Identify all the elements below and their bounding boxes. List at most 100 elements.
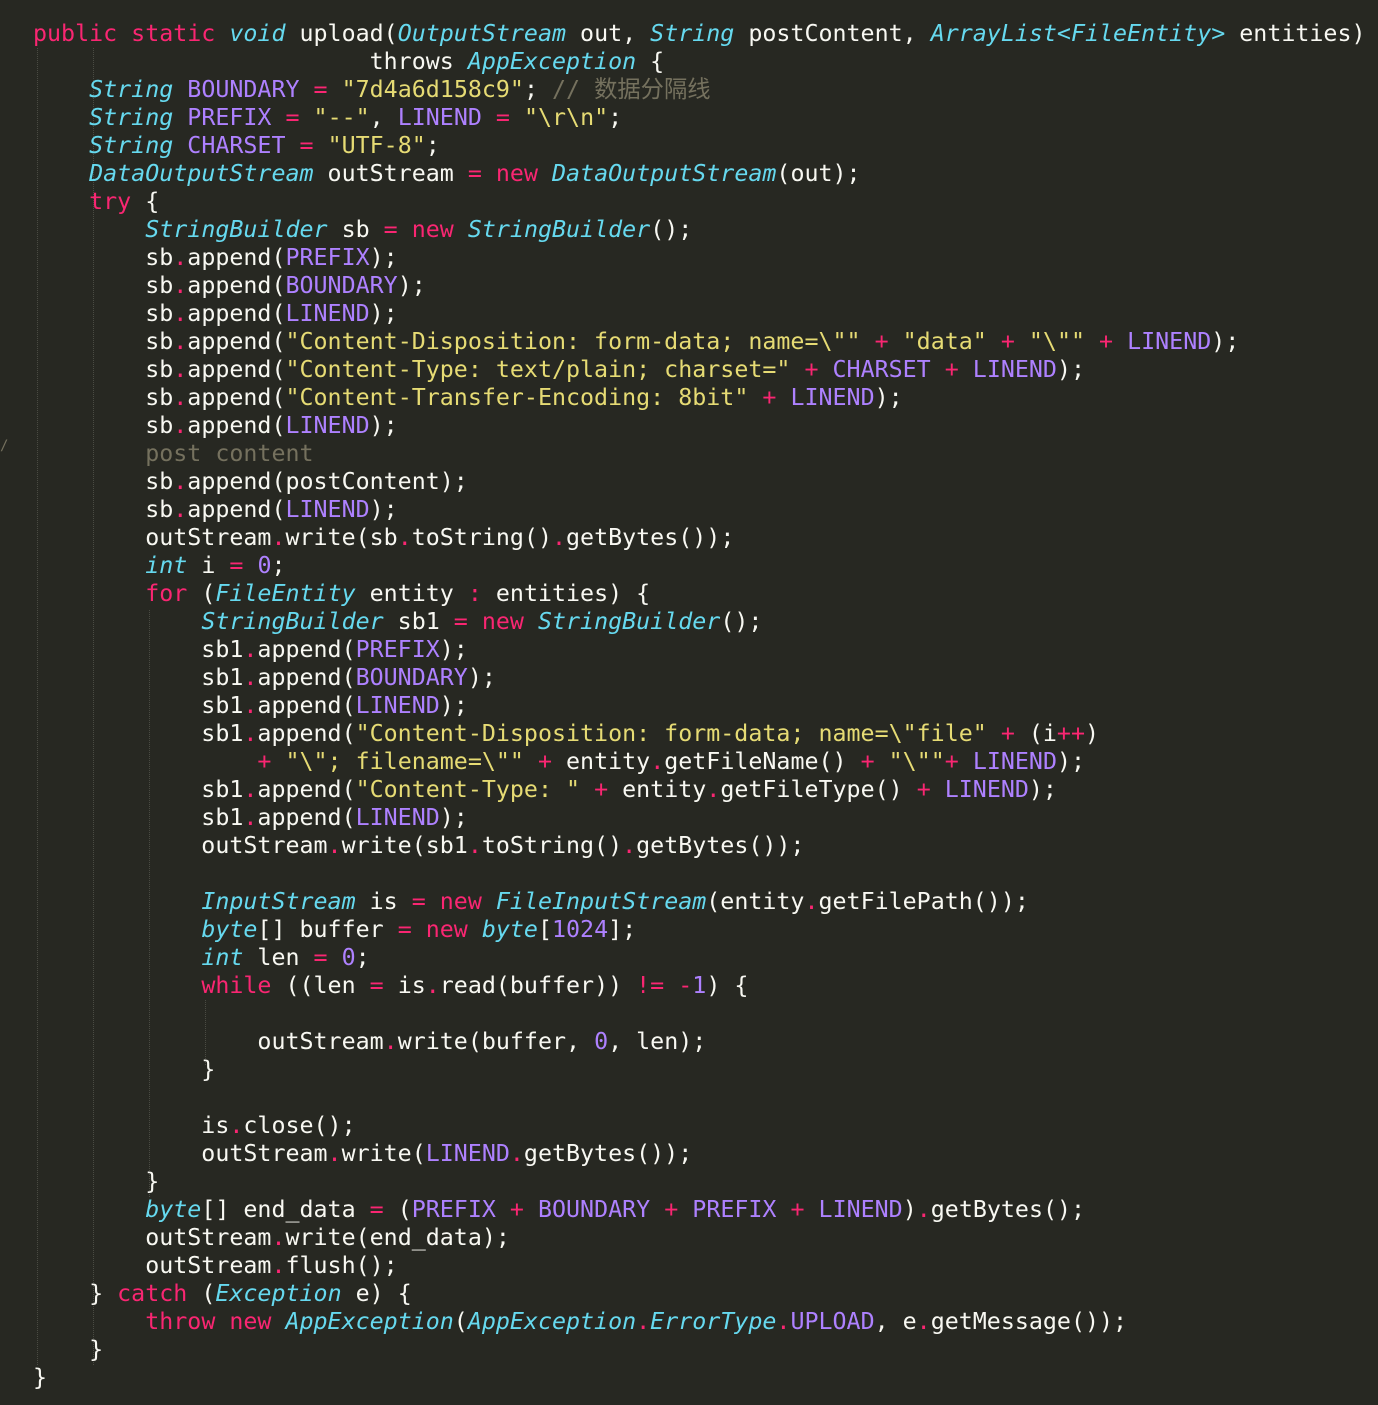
operator-token: +: [1000, 720, 1015, 747]
plain-token: entity: [552, 748, 651, 775]
code-line[interactable]: }: [33, 1168, 1366, 1196]
code-editor[interactable]: / public static void upload(OutputStream…: [0, 0, 1378, 1405]
operator-token: .: [271, 524, 286, 551]
plain-token: }: [33, 1364, 48, 1391]
number-token: 0: [594, 1028, 609, 1055]
operator-token: .: [243, 804, 258, 831]
operator-token: .: [636, 1308, 651, 1335]
code-line[interactable]: sb1.append("Content-Disposition: form-da…: [33, 720, 1366, 748]
plain-token: toString(): [481, 832, 623, 859]
code-line[interactable]: sb.append(BOUNDARY);: [33, 272, 1366, 300]
operator-token: .: [327, 832, 342, 859]
code-line[interactable]: outStream.write(sb.toString().getBytes()…: [33, 524, 1366, 552]
code-line[interactable]: byte[] buffer = new byte[1024];: [33, 916, 1366, 944]
string-token: "Content-Type: ": [355, 776, 581, 803]
code-line[interactable]: for (FileEntity entity : entities) {: [33, 580, 1366, 608]
code-line[interactable]: [33, 1000, 1366, 1028]
code-line[interactable]: throw new AppException(AppException.Erro…: [33, 1308, 1366, 1336]
plain-token: ;: [523, 76, 553, 103]
constant-token: LINEND: [397, 104, 482, 131]
operator-token: =: [229, 552, 244, 579]
plain-token: outStream: [33, 1224, 272, 1251]
code-line[interactable]: outStream.write(LINEND.getBytes());: [33, 1140, 1366, 1168]
operator-token: .: [243, 692, 258, 719]
code-line[interactable]: sb.append(LINEND);: [33, 300, 1366, 328]
code-line[interactable]: sb1.append(PREFIX);: [33, 636, 1366, 664]
constant-token: PREFIX: [692, 1196, 777, 1223]
plain-token: );: [874, 384, 903, 411]
code-line[interactable]: DataOutputStream outStream = new DataOut…: [33, 160, 1366, 188]
plain-token: getMessage());: [930, 1308, 1128, 1335]
code-line[interactable]: public static void upload(OutputStream o…: [33, 20, 1366, 48]
type-token: AppException: [467, 1308, 637, 1335]
plain-token: getFileName(): [664, 748, 861, 775]
code-line[interactable]: while ((len = is.read(buffer)) != -1) {: [33, 972, 1366, 1000]
plain-token: flush();: [285, 1252, 398, 1279]
constant-token: PREFIX: [355, 636, 440, 663]
code-line[interactable]: sb1.append(BOUNDARY);: [33, 664, 1366, 692]
code-line[interactable]: [33, 860, 1366, 888]
code-line[interactable]: }: [33, 1364, 1366, 1392]
plain-token: );: [467, 664, 496, 691]
code-line[interactable]: int len = 0;: [33, 944, 1366, 972]
code-line[interactable]: } catch (Exception e) {: [33, 1280, 1366, 1308]
code-line[interactable]: throws AppException {: [33, 48, 1366, 76]
code-line[interactable]: + "\"; filename=\"" + entity.getFileName…: [33, 748, 1366, 776]
code-line[interactable]: String PREFIX = "--", LINEND = "\r\n";: [33, 104, 1366, 132]
code-line[interactable]: sb.append("Content-Transfer-Encoding: 8b…: [33, 384, 1366, 412]
operator-token: =: [411, 888, 426, 915]
type-token: byte: [145, 1196, 202, 1223]
code-line[interactable]: sb.append("Content-Disposition: form-dat…: [33, 328, 1366, 356]
code-line[interactable]: outStream.flush();: [33, 1252, 1366, 1280]
code-line[interactable]: sb1.append(LINEND);: [33, 804, 1366, 832]
plain-token: ;: [425, 132, 440, 159]
code-line[interactable]: StringBuilder sb1 = new StringBuilder();: [33, 608, 1366, 636]
operator-token: .: [467, 832, 482, 859]
code-line[interactable]: int i = 0;: [33, 552, 1366, 580]
code-line[interactable]: outStream.write(end_data);: [33, 1224, 1366, 1252]
plain-token: append(: [257, 804, 356, 831]
code-line[interactable]: sb.append(LINEND);: [33, 496, 1366, 524]
code-line[interactable]: sb.append(PREFIX);: [33, 244, 1366, 272]
type-token: StringBuilder: [201, 608, 384, 635]
code-line[interactable]: String BOUNDARY = "7d4a6d158c9"; // 数据分隔…: [33, 76, 1366, 104]
code-line[interactable]: sb1.append("Content-Type: " + entity.get…: [33, 776, 1366, 804]
code-area[interactable]: public static void upload(OutputStream o…: [33, 20, 1366, 1392]
plain-token: append(: [187, 384, 286, 411]
plain-token: , e: [874, 1308, 917, 1335]
code-line[interactable]: }: [33, 1056, 1366, 1084]
code-line[interactable]: sb.append(LINEND);: [33, 412, 1366, 440]
code-line[interactable]: [33, 1084, 1366, 1112]
plain-token: append(: [187, 328, 286, 355]
string-token: "\"": [1028, 328, 1085, 355]
code-line[interactable]: outStream.write(sb1.toString().getBytes(…: [33, 832, 1366, 860]
code-line[interactable]: is.close();: [33, 1112, 1366, 1140]
plain-token: }: [33, 1280, 118, 1307]
code-line[interactable]: byte[] end_data = (PREFIX + BOUNDARY + P…: [33, 1196, 1366, 1224]
code-line[interactable]: post content: [33, 440, 1366, 468]
code-line[interactable]: sb.append("Content-Type: text/plain; cha…: [33, 356, 1366, 384]
code-line[interactable]: }: [33, 1336, 1366, 1364]
code-line[interactable]: sb.append(postContent);: [33, 468, 1366, 496]
type-token: DataOutputStream: [89, 160, 314, 187]
string-token: "Content-Type: text/plain; charset=": [285, 356, 791, 383]
code-line[interactable]: String CHARSET = "UTF-8";: [33, 132, 1366, 160]
code-line[interactable]: InputStream is = new FileInputStream(ent…: [33, 888, 1366, 916]
code-line[interactable]: outStream.write(buffer, 0, len);: [33, 1028, 1366, 1056]
plain-token: );: [369, 300, 398, 327]
plain-token: entities) {: [481, 580, 651, 607]
code-line[interactable]: sb1.append(LINEND);: [33, 692, 1366, 720]
comment-token: post content: [145, 440, 314, 467]
code-line[interactable]: StringBuilder sb = new StringBuilder();: [33, 216, 1366, 244]
plain-token: sb1: [33, 776, 244, 803]
code-line[interactable]: try {: [33, 188, 1366, 216]
operator-token: .: [243, 720, 258, 747]
